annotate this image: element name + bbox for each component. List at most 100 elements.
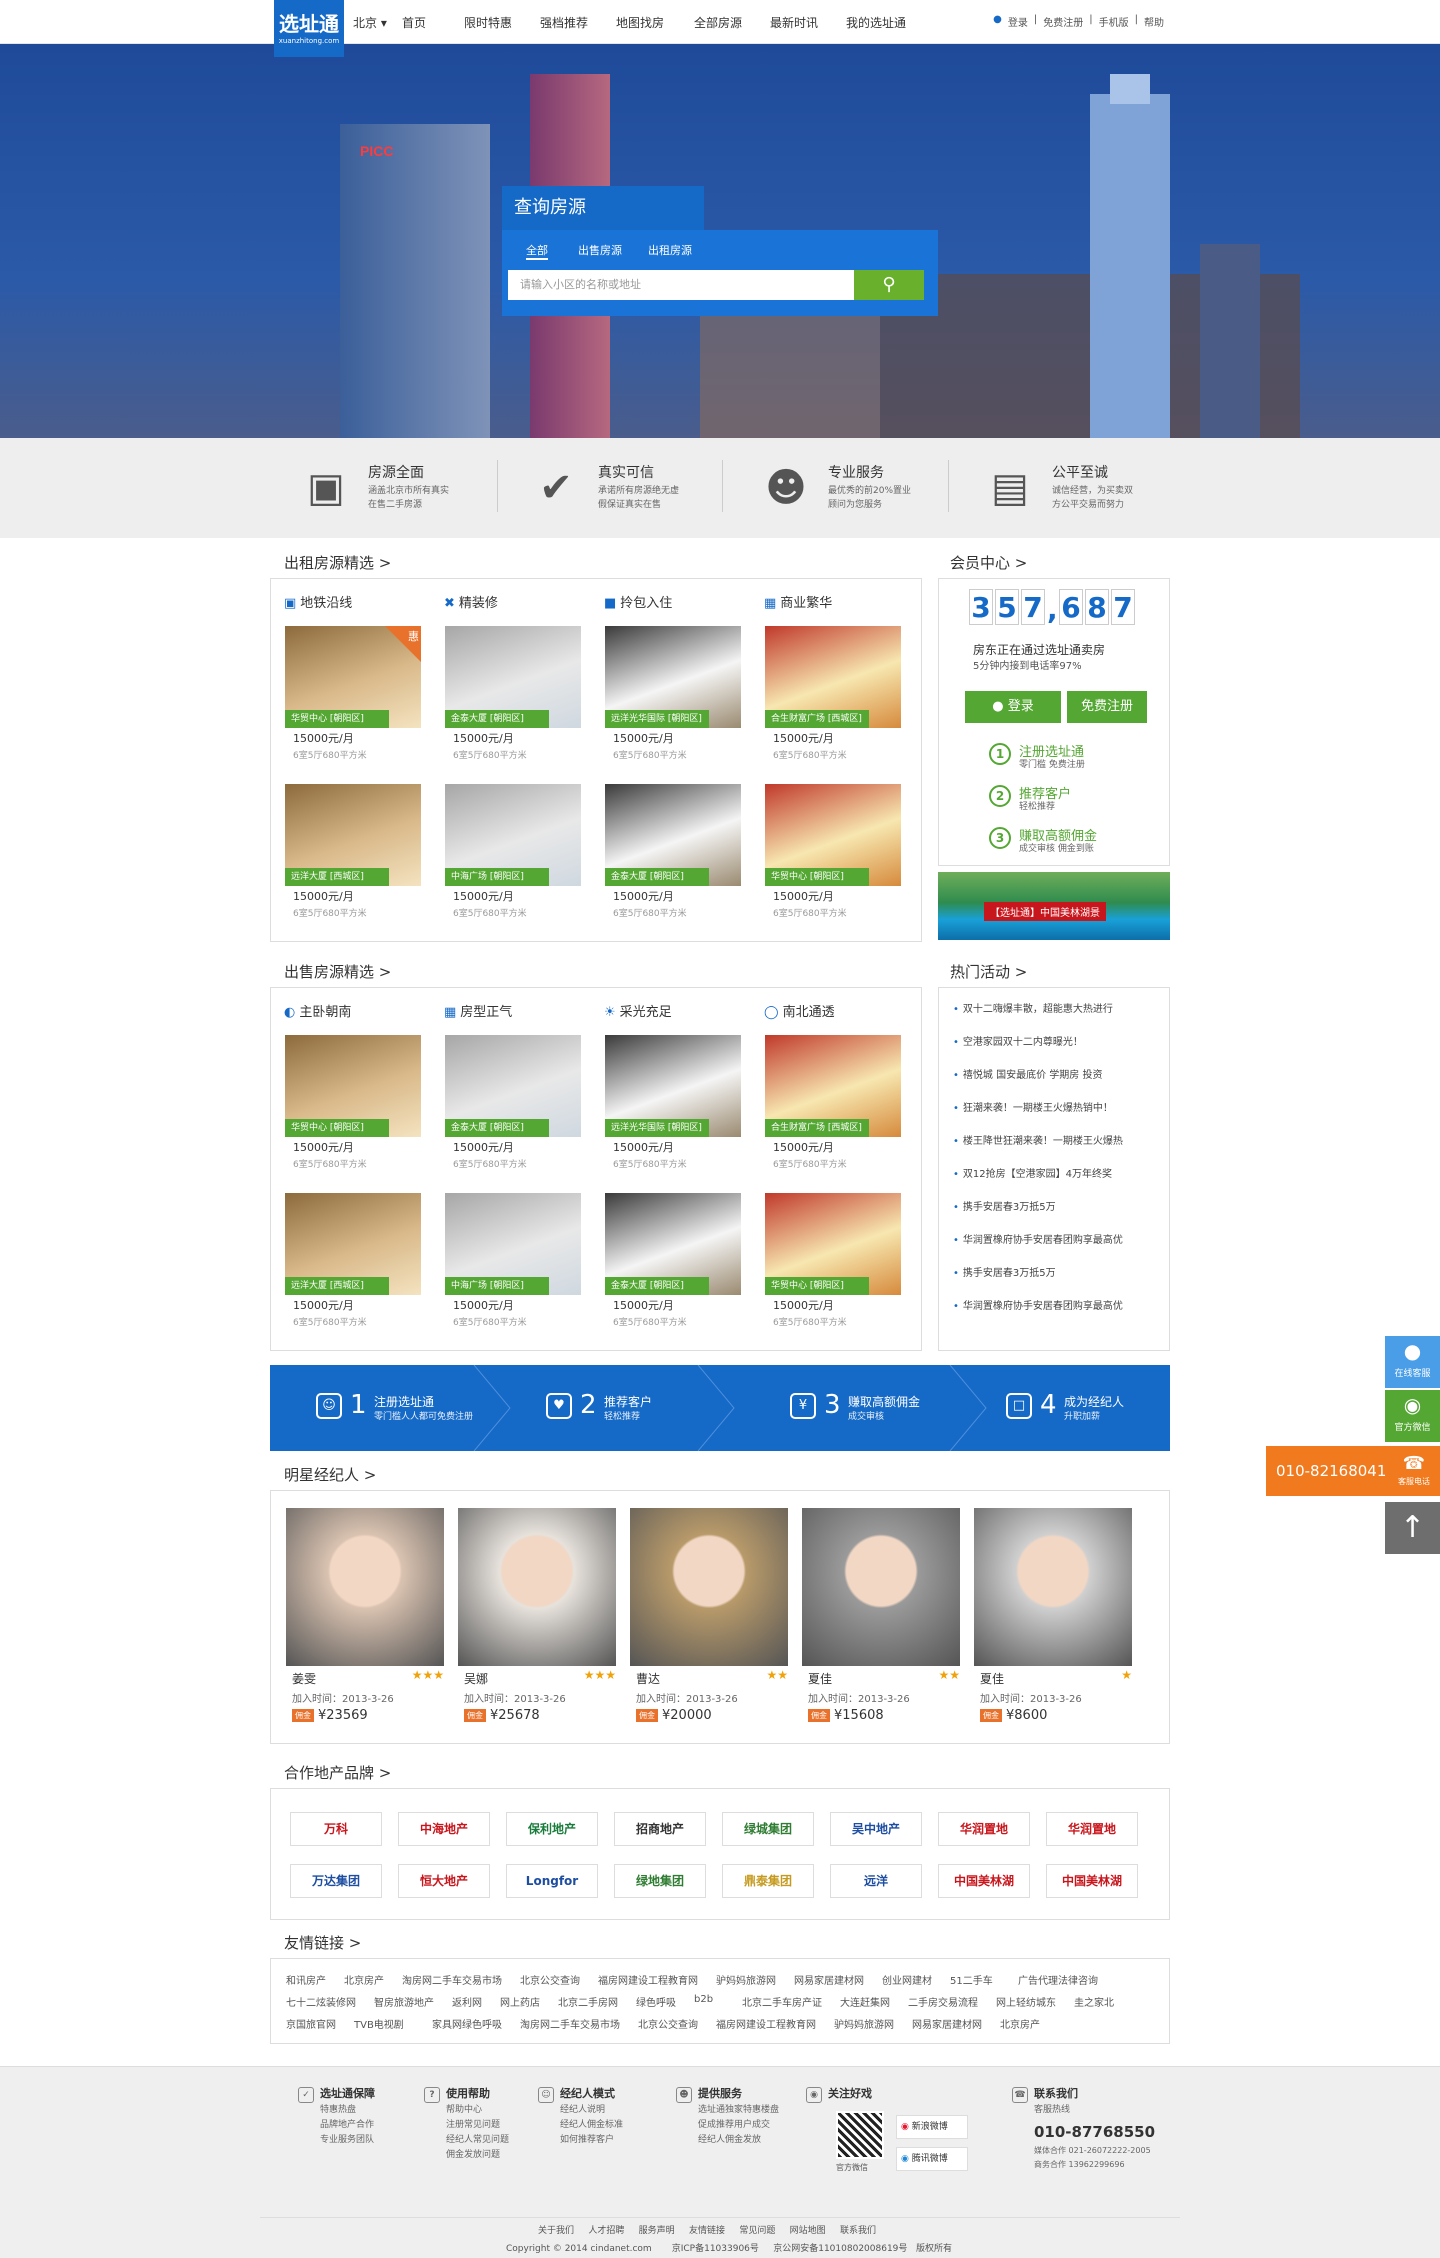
brand-logo[interactable]: 恒大地产 — [398, 1864, 490, 1898]
sale-cat-south[interactable]: ◐ 主卧朝南 — [284, 1001, 351, 1020]
nav-all-listings[interactable]: 全部房源 — [694, 14, 764, 31]
sale-section-title[interactable]: 出售房源精选 > — [284, 961, 391, 982]
friend-link[interactable]: b2b — [694, 1994, 713, 2005]
brand-logo[interactable]: 中海地产 — [398, 1812, 490, 1846]
agent-avatar[interactable] — [802, 1508, 960, 1666]
hot-item[interactable]: 禧悦城 国安最底价 学期房 投资 — [953, 1066, 1103, 1081]
agent-avatar[interactable] — [458, 1508, 616, 1666]
hot-section-title[interactable]: 热门活动 > — [950, 961, 1027, 982]
weibo-sina-button[interactable]: ◉ 新浪微博 — [896, 2115, 968, 2139]
brand-logo[interactable]: 绿城集团 — [722, 1812, 814, 1846]
sale-cat-layout[interactable]: ▦ 房型正气 — [444, 1001, 512, 1020]
search-input[interactable]: 请输入小区的名称或地址 — [508, 270, 854, 300]
friend-link[interactable]: 北京房产 — [344, 1972, 384, 1987]
footer-bottom-link[interactable]: 友情链接 — [689, 2226, 725, 2236]
search-button[interactable]: ⚲ — [854, 270, 924, 300]
footer-link[interactable]: 佣金发放问题 — [424, 2148, 509, 2163]
hot-item[interactable]: 空港家园双十二内尊曝光！ — [953, 1033, 1083, 1048]
friend-link[interactable]: 网上药店 — [500, 1994, 540, 2009]
rent-cat-subway[interactable]: ▣ 地铁沿线 — [284, 592, 352, 611]
nav-news[interactable]: 最新时讯 — [770, 14, 840, 31]
tab-all[interactable]: 全部 — [526, 242, 548, 260]
brand-logo[interactable]: 万达集团 — [290, 1864, 382, 1898]
friend-link[interactable]: 北京二手车房产证 — [742, 1994, 822, 2009]
friend-link[interactable]: 和讯房产 — [286, 1972, 326, 1987]
footer-link[interactable]: 选址通独家特惠楼盘 — [676, 2103, 779, 2118]
brand-logo[interactable]: 绿地集团 — [614, 1864, 706, 1898]
nav-recommend[interactable]: 强档推荐 — [540, 14, 610, 31]
footer-link[interactable]: 经纪人说明 — [538, 2103, 623, 2118]
city-selector[interactable]: 北京 ▾ — [353, 14, 387, 31]
rent-section-title[interactable]: 出租房源精选 > — [284, 552, 391, 573]
agent-avatar[interactable] — [286, 1508, 444, 1666]
brand-logo[interactable]: 中国美林湖 — [938, 1864, 1030, 1898]
footer-bottom-link[interactable]: 关于我们 — [538, 2226, 574, 2236]
friend-link[interactable]: 京国旅官网 — [286, 2016, 336, 2031]
friend-link[interactable]: 北京房产 — [1000, 2016, 1040, 2031]
footer-link[interactable]: 经纪人佣金标准 — [538, 2118, 623, 2133]
mobile-link[interactable]: 手机版 — [1099, 14, 1129, 29]
footer-bottom-link[interactable]: 服务声明 — [639, 2226, 675, 2236]
friend-link[interactable]: 家具网绿色呼吸 — [432, 2016, 502, 2031]
rent-cat-movein[interactable]: ■ 拎包入住 — [604, 592, 672, 611]
brand-logo[interactable]: 鼎泰集团 — [722, 1864, 814, 1898]
footer-link[interactable]: 帮助中心 — [424, 2103, 509, 2118]
hot-item[interactable]: 华润置橡府协手安居春团购享最高优 — [953, 1297, 1123, 1312]
friend-link[interactable]: 驴妈妈旅游网 — [834, 2016, 894, 2031]
hot-item[interactable]: 携手安居春3万抵5万 — [953, 1198, 1056, 1213]
brand-logo[interactable]: 华润置地 — [938, 1812, 1030, 1846]
footer-bottom-link[interactable]: 网站地图 — [790, 2226, 826, 2236]
footer-bottom-link[interactable]: 常见问题 — [739, 2226, 775, 2236]
friend-link[interactable]: 淘房网二手车交易市场 — [402, 1972, 502, 1987]
footer-link[interactable]: 特惠热盘 — [298, 2103, 375, 2118]
sale-cat-through[interactable]: ◯ 南北通透 — [764, 1001, 835, 1020]
tab-sale[interactable]: 出售房源 — [578, 242, 622, 258]
hot-item[interactable]: 携手安居春3万抵5万 — [953, 1264, 1056, 1279]
footer-link[interactable]: 如何推荐客户 — [538, 2133, 623, 2148]
friend-link[interactable]: 大连赶集网 — [840, 1994, 890, 2009]
member-register-button[interactable]: 免费注册 — [1067, 691, 1147, 723]
friend-link[interactable]: 网上轻纺城东 — [996, 1994, 1056, 2009]
brand-logo[interactable]: 招商地产 — [614, 1812, 706, 1846]
agent-avatar[interactable] — [630, 1508, 788, 1666]
sale-cat-light[interactable]: ☀ 采光充足 — [604, 1001, 672, 1020]
back-to-top-button[interactable]: ↑ — [1385, 1502, 1440, 1554]
qr-code[interactable] — [836, 2111, 884, 2159]
rent-cat-decor[interactable]: ✖ 精装修 — [444, 592, 498, 611]
hot-item[interactable]: 楼王降世狂潮来袭！一期楼王火爆热 — [953, 1132, 1123, 1147]
friend-link[interactable]: 北京二手房网 — [558, 1994, 618, 2009]
hot-item[interactable]: 双十二嗨爆丰散，超能惠大热进行 — [953, 1000, 1113, 1015]
links-section-title[interactable]: 友情链接 > — [284, 1932, 361, 1953]
friend-link[interactable]: 七十二炫装修网 — [286, 1994, 356, 2009]
rent-cat-commercial[interactable]: ▦ 商业繁华 — [764, 592, 832, 611]
brand-logo[interactable]: 中国美林湖 — [1046, 1864, 1138, 1898]
footer-link[interactable]: 促成推荐用户成交 — [676, 2118, 779, 2133]
weibo-tencent-button[interactable]: ◉ 腾讯微博 — [896, 2147, 968, 2171]
hot-item[interactable]: 狂潮来袭！一期楼王火爆热销中！ — [953, 1099, 1113, 1114]
friend-link[interactable]: 北京公交查询 — [638, 2016, 698, 2031]
footer-link[interactable]: 经纪人常见问题 — [424, 2133, 509, 2148]
friend-link[interactable]: 网易家居建材网 — [794, 1972, 864, 1987]
brand-logo[interactable]: 远洋 — [830, 1864, 922, 1898]
nav-limited-offer[interactable]: 限时特惠 — [464, 14, 534, 31]
tab-rent[interactable]: 出租房源 — [648, 242, 692, 258]
brands-section-title[interactable]: 合作地产品牌 > — [284, 1762, 391, 1783]
agent-avatar[interactable] — [974, 1508, 1132, 1666]
friend-link[interactable]: 网易家居建材网 — [912, 2016, 982, 2031]
friend-link[interactable]: 福房网建设工程教育网 — [716, 2016, 816, 2031]
member-login-button[interactable]: ● 登录 — [965, 691, 1061, 723]
footer-link[interactable]: 品牌地产合作 — [298, 2118, 375, 2133]
side-online-service[interactable]: ● 在线客服 — [1385, 1336, 1440, 1388]
promo-banner[interactable]: 【选址通】中国美林湖景 — [938, 872, 1170, 940]
brand-logo[interactable]: 保利地产 — [506, 1812, 598, 1846]
login-link[interactable]: 登录 — [1008, 14, 1028, 29]
agents-section-title[interactable]: 明星经纪人 > — [284, 1464, 376, 1485]
nav-map-search[interactable]: 地图找房 — [616, 14, 686, 31]
register-link[interactable]: 免费注册 — [1043, 14, 1083, 29]
hot-item[interactable]: 双12抢房【空港家园】4万年终奖 — [953, 1165, 1112, 1180]
friend-link[interactable]: 创业网建材 — [882, 1972, 932, 1987]
brand-logo[interactable]: 吴中地产 — [830, 1812, 922, 1846]
friend-link[interactable]: 圭之家北 — [1074, 1994, 1114, 2009]
friend-link[interactable]: 淘房网二手车交易市场 — [520, 2016, 620, 2031]
friend-link[interactable]: 返利网 — [452, 1994, 482, 2009]
